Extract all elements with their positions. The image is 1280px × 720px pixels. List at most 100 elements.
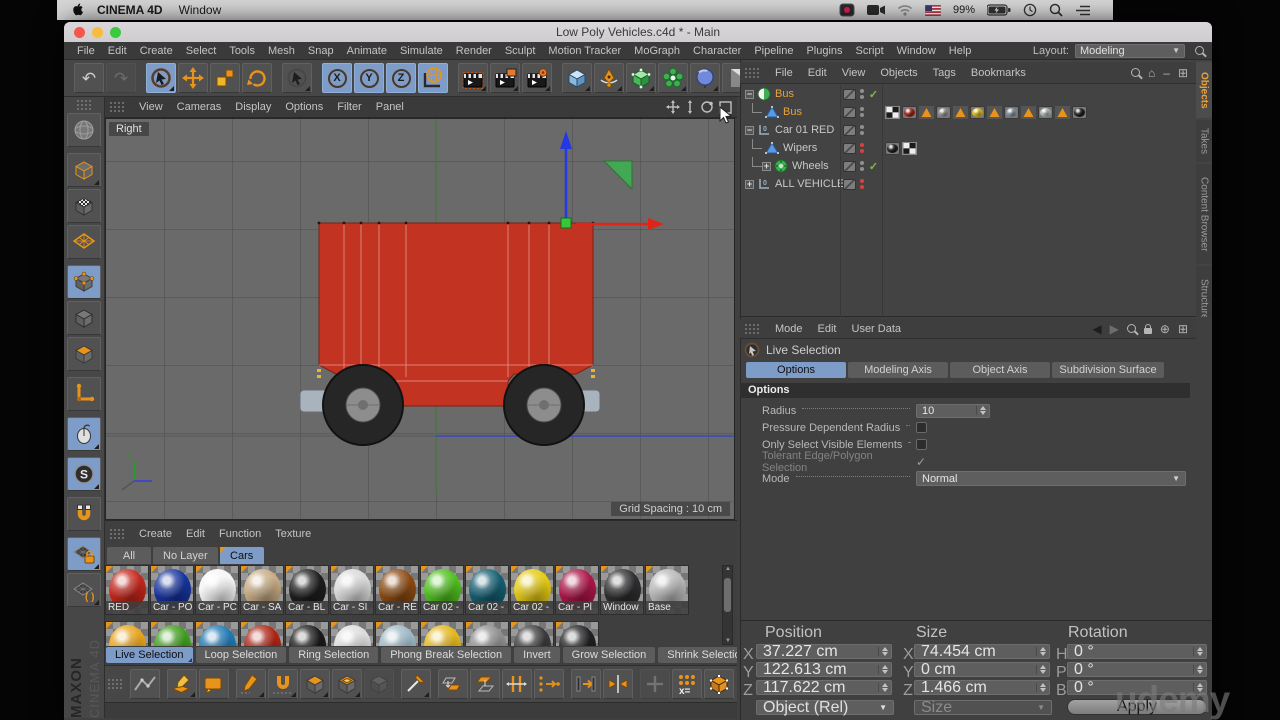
material-swatch[interactable]: Car 02 - — [420, 565, 464, 615]
screen-record-icon[interactable] — [839, 3, 855, 17]
menubar-app-name[interactable]: CINEMA 4D — [97, 3, 163, 17]
layer-toggle-icon[interactable] — [843, 143, 856, 154]
size-y-input[interactable]: 0 cm — [914, 662, 1050, 677]
material-swatch[interactable] — [555, 621, 599, 646]
history-forward-icon[interactable]: ▶ — [1110, 322, 1119, 336]
render-to-picture-button[interactable] — [490, 63, 520, 93]
layer-toggle-icon[interactable] — [843, 161, 856, 172]
lock-workplane-button[interactable] — [67, 537, 101, 571]
object-manager-menu-bookmarks[interactable]: Bookmarks — [971, 67, 1026, 79]
layer-toggle-icon[interactable] — [843, 107, 856, 118]
attribute-menu-user-data[interactable]: User Data — [852, 323, 902, 335]
stepper-icon[interactable] — [976, 406, 989, 415]
material-grip[interactable] — [109, 528, 125, 540]
attribute-menu-edit[interactable]: Edit — [818, 323, 837, 335]
tree-expander-icon[interactable]: − — [745, 126, 754, 135]
spline-pen-button[interactable] — [594, 63, 624, 93]
material-tag-icon[interactable] — [1004, 106, 1019, 119]
layout-dropdown[interactable]: Modeling ▼ — [1075, 44, 1185, 58]
object-tree-row[interactable]: Wipers — [740, 139, 1196, 157]
live-selection-button[interactable]: Live Selection — [106, 647, 193, 663]
selection-tag-icon[interactable] — [1021, 106, 1036, 119]
menu-help[interactable]: Help — [949, 45, 972, 57]
stepper-icon[interactable] — [878, 647, 891, 656]
radius-input[interactable]: 10 — [916, 404, 990, 418]
enabled-check-icon[interactable]: ✓ — [868, 88, 879, 101]
move-button[interactable] — [178, 63, 208, 93]
loop-selection-button[interactable]: Loop Selection — [196, 647, 287, 663]
scale-button[interactable] — [210, 63, 240, 93]
texture-mode-button[interactable] — [67, 189, 101, 223]
viewport-solo-button[interactable] — [67, 417, 101, 451]
scrollbar-thumb[interactable] — [724, 578, 731, 612]
material-swatch[interactable] — [465, 621, 509, 646]
material-swatch[interactable]: Car - BL — [285, 565, 329, 615]
object-name[interactable]: Wheels — [792, 160, 829, 172]
selection-tag-icon[interactable] — [987, 106, 1002, 119]
notification-list-icon[interactable] — [1075, 4, 1091, 17]
stepper-icon[interactable] — [1036, 665, 1049, 674]
zoom-view-icon[interactable] — [685, 100, 695, 114]
live-selection-button[interactable] — [146, 63, 176, 93]
mode-dropdown[interactable]: Normal▼ — [916, 471, 1186, 486]
lock-x-button[interactable]: X — [322, 63, 352, 93]
menu-create[interactable]: Create — [140, 45, 173, 57]
extrude-inner-tool-button[interactable] — [332, 669, 362, 699]
object-name[interactable]: Bus — [775, 88, 794, 100]
lock-y-button[interactable]: Y — [354, 63, 384, 93]
menu-edit[interactable]: Edit — [108, 45, 127, 57]
wifi-icon[interactable] — [897, 4, 913, 16]
rotate-view-icon[interactable] — [700, 100, 714, 114]
material-swatch[interactable] — [285, 621, 329, 646]
apple-menu-icon[interactable] — [71, 3, 83, 18]
menubar-window-menu[interactable]: Window — [179, 3, 222, 17]
expand-icon[interactable]: ⊞ — [1178, 66, 1188, 80]
search-icon[interactable] — [1127, 324, 1136, 333]
tree-expander-icon[interactable]: + — [745, 180, 754, 189]
material-swatch[interactable] — [150, 621, 194, 646]
slide-polygon-tool-button[interactable] — [470, 669, 500, 699]
material-swatch[interactable] — [510, 621, 554, 646]
slide-edge-tool-button[interactable] — [438, 669, 468, 699]
material-swatch[interactable]: Car - RE — [375, 565, 419, 615]
material-swatch[interactable] — [330, 621, 374, 646]
environment-button[interactable] — [690, 63, 720, 93]
menu-tools[interactable]: Tools — [229, 45, 255, 57]
material-swatch[interactable] — [375, 621, 419, 646]
material-swatch[interactable]: Car 02 - — [510, 565, 554, 615]
only-select-visible-elements-checkbox[interactable] — [916, 439, 927, 450]
stepper-icon[interactable] — [1036, 647, 1049, 656]
home-icon[interactable]: ⌂ — [1148, 66, 1155, 80]
set-value-tool-button[interactable]: x= — [672, 669, 702, 699]
edge-cut-tool-button[interactable] — [502, 669, 532, 699]
object-manager-menu-objects[interactable]: Objects — [880, 67, 917, 79]
material-scrollbar[interactable]: ▲ ▼ — [722, 565, 733, 645]
new-panel-icon[interactable]: ⊞ — [1178, 322, 1188, 336]
material-tag-icon[interactable] — [902, 106, 917, 119]
layer-toggle-icon[interactable] — [843, 179, 856, 190]
menu-script[interactable]: Script — [856, 45, 884, 57]
bus-rear-wheel[interactable] — [323, 365, 403, 445]
last-used-tool-button[interactable] — [282, 63, 312, 93]
magnet-snap-button[interactable] — [67, 497, 101, 531]
viewport-grip[interactable] — [109, 101, 125, 113]
stepper-icon[interactable] — [1193, 665, 1206, 674]
scroll-down-icon[interactable]: ▼ — [725, 638, 731, 644]
menu-simulate[interactable]: Simulate — [400, 45, 443, 57]
uv-tag-icon[interactable] — [885, 106, 900, 119]
material-swatch[interactable] — [105, 621, 149, 646]
enable-snap-button[interactable]: S — [67, 457, 101, 491]
material-swatch[interactable] — [240, 621, 284, 646]
bus-front-wheel[interactable] — [504, 365, 584, 445]
layer-toggle-icon[interactable] — [843, 125, 856, 136]
menu-plugins[interactable]: Plugins — [806, 45, 842, 57]
stepper-icon[interactable] — [878, 665, 891, 674]
material-swatch[interactable]: Window — [600, 565, 644, 615]
mograph-button[interactable] — [658, 63, 688, 93]
viewport[interactable]: Y Right Grid Spacing : 10 cm — [105, 118, 735, 520]
rotate-button[interactable] — [242, 63, 272, 93]
menu-snap[interactable]: Snap — [308, 45, 334, 57]
material-tag-icon[interactable] — [1038, 106, 1053, 119]
object-manager-menu-file[interactable]: File — [775, 67, 793, 79]
generators-button[interactable] — [626, 63, 656, 93]
